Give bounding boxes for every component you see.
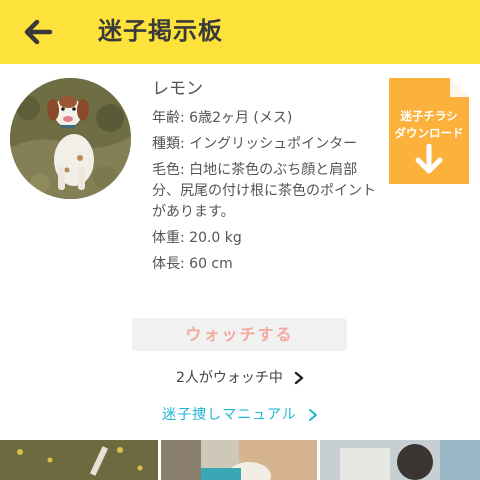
page-title: 迷子掲示板 [98,17,223,45]
pet-breed: 種類: イングリッシュポインター [152,136,358,152]
pet-info: レモン 年齢: 6歳2ヶ月 (メス) 種類: イングリッシュポインター 毛色: … [152,78,382,280]
flyer-label-line1: 迷子チラシ [400,109,458,123]
watchers-link[interactable]: 2人がウォッチ中 [150,366,330,390]
download-arrow-icon [415,144,443,174]
chevron-right-icon [294,371,304,384]
flyer-download-label: 迷子チラシ ダウンロード [389,108,469,142]
flyer-label-line2: ダウンロード [394,126,464,140]
app-header: 迷子掲示板 [0,0,480,64]
chevron-right-icon [308,408,317,421]
watchers-count-text: 2人がウォッチ中 [175,370,283,386]
pet-name: レモン [152,79,203,99]
back-arrow-icon [24,19,53,45]
photo-thumbnail[interactable] [161,440,317,480]
pet-length: 体長: 60 cm [152,256,233,272]
pet-coat: 毛色: 白地に茶色のぶち顔と肩部分、尻尾の付け根に茶色のポイントがあります。 [152,162,376,220]
pet-weight: 体重: 20.0 kg [152,230,242,246]
pet-age: 年齢: 6歳2ヶ月 (メス) [152,110,293,126]
photo-strip [0,440,480,480]
photo-thumbnail[interactable] [320,440,480,480]
flyer-download-button[interactable]: 迷子チラシ ダウンロード [389,78,469,184]
back-button[interactable] [20,14,56,50]
watch-button[interactable]: ウォッチする [132,318,347,351]
lost-pet-manual-link[interactable]: 迷子捜しマニュアル [120,403,360,427]
pet-photo[interactable] [10,78,131,199]
photo-thumbnail[interactable] [0,440,158,480]
manual-link-text: 迷子捜しマニュアル [162,407,297,423]
